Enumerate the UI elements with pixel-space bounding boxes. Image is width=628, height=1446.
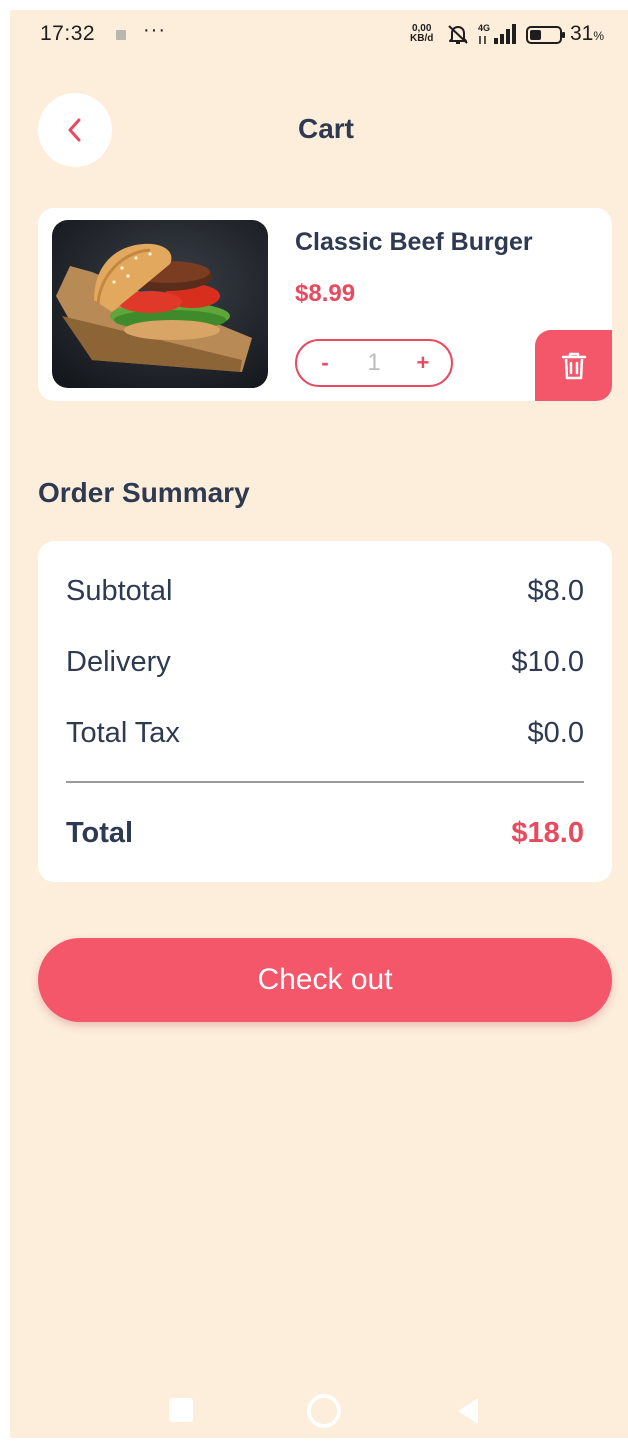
bell-off-icon <box>448 25 468 44</box>
more-notifications-icon: ··· <box>143 19 166 41</box>
network-speed: 0,00 KB/d <box>410 24 433 44</box>
burger-image <box>52 220 268 388</box>
order-summary-card: Subtotal $8.0 Delivery $10.0 Total Tax $… <box>38 541 612 882</box>
subtotal-row: Subtotal $8.0 <box>66 575 584 608</box>
battery-percentage: 31% <box>570 22 604 46</box>
total-row: Total $18.0 <box>66 817 584 850</box>
quantity-stepper: - 1 + <box>295 339 453 387</box>
app-screen: 17:32 ··· 0,00 KB/d 4G 31% Cart Classic … <box>10 10 628 1438</box>
increment-button[interactable]: + <box>411 350 435 376</box>
summary-divider <box>66 781 584 783</box>
tax-row: Total Tax $0.0 <box>66 717 584 750</box>
tax-label: Total Tax <box>66 717 180 749</box>
back-triangle-icon[interactable] <box>454 1396 482 1426</box>
delivery-row: Delivery $10.0 <box>66 646 584 679</box>
page-title: Cart <box>297 113 354 144</box>
checkout-button[interactable]: Check out <box>38 938 612 1022</box>
notification-icon <box>116 30 126 40</box>
home-icon[interactable] <box>307 1394 341 1428</box>
battery-unit: % <box>593 29 605 43</box>
tax-value: $0.0 <box>527 717 584 749</box>
cart-item-card: Classic Beef Burger $8.99 - 1 + <box>38 208 612 401</box>
order-summary-title: Order Summary <box>38 477 250 508</box>
network-type-label: 4G <box>478 23 490 33</box>
decrement-button[interactable]: - <box>313 350 337 376</box>
quantity-value: 1 <box>367 349 381 376</box>
delivery-value: $10.0 <box>511 646 584 678</box>
trash-icon <box>561 352 586 379</box>
delivery-label: Delivery <box>66 646 171 678</box>
status-time: 17:32 <box>40 22 96 45</box>
subtotal-value: $8.0 <box>527 575 584 607</box>
battery-level: 31 <box>570 22 594 45</box>
subtotal-label: Subtotal <box>66 575 173 607</box>
item-price: $8.99 <box>295 280 356 307</box>
battery-icon <box>526 26 565 44</box>
signal-4g-icon: 4G <box>478 23 516 44</box>
item-name: Classic Beef Burger <box>295 228 533 256</box>
delete-item-button[interactable] <box>535 330 612 401</box>
total-label: Total <box>66 817 134 849</box>
total-value: $18.0 <box>511 817 584 849</box>
network-speed-unit: KB/d <box>410 33 434 44</box>
status-bar: 17:32 ··· 0,00 KB/d 4G 31% <box>10 10 628 58</box>
recent-apps-icon[interactable] <box>169 1398 193 1422</box>
